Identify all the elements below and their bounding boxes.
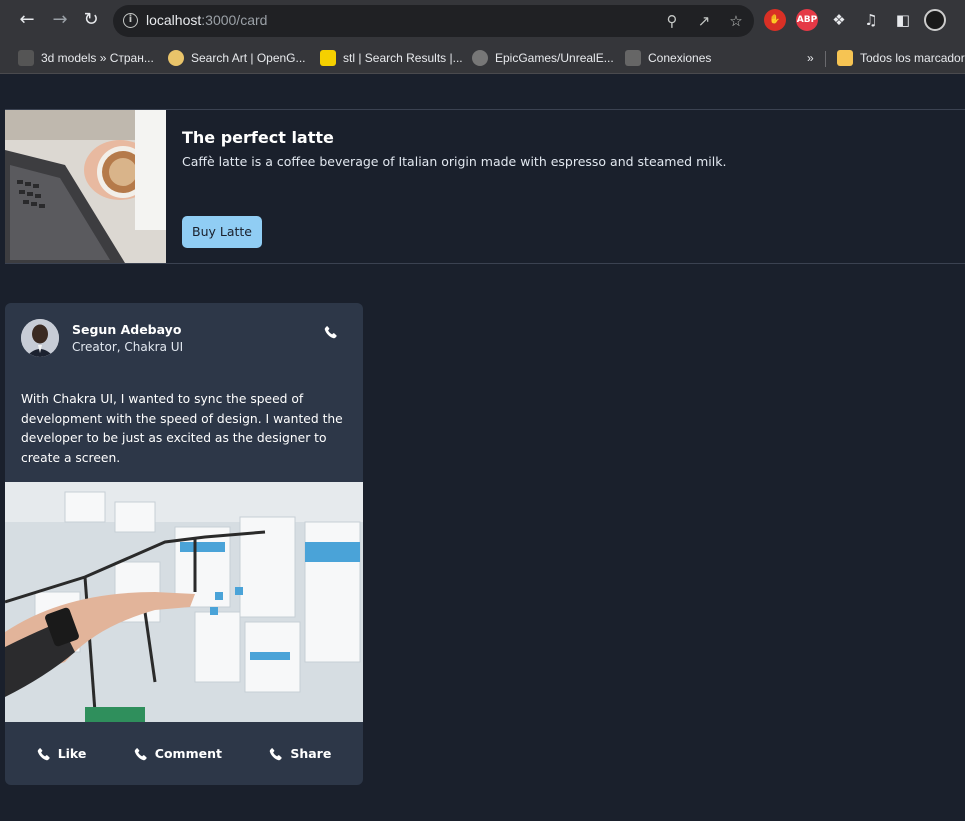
bookmark-item[interactable]: 3d models » Стран...: [18, 48, 154, 68]
author-name: Segun Adebayo: [72, 322, 182, 337]
epic-favicon-icon: [625, 50, 641, 66]
bookmark-item[interactable]: EpicGames/UnrealE...: [472, 48, 614, 68]
browser-toolbar: ← → ↻ i localhost:3000/card ⚲ ↗ ☆ ✋ ABP …: [0, 0, 965, 42]
side-panel-icon[interactable]: ◧: [892, 9, 914, 31]
puzzle-extensions-icon[interactable]: ❖: [828, 9, 850, 31]
page-content: The perfect latte Caffè latte is a coffe…: [0, 75, 965, 821]
like-button[interactable]: Like: [27, 740, 97, 767]
github-favicon-icon: [472, 50, 488, 66]
phone-icon: [37, 747, 50, 760]
opengameart-favicon-icon: [168, 50, 184, 66]
folder-icon: [837, 50, 853, 66]
share-button[interactable]: Share: [259, 740, 341, 767]
post-body: With Chakra UI, I wanted to sync the spe…: [21, 392, 343, 465]
phone-icon: [134, 747, 147, 760]
latte-image: [5, 110, 166, 263]
comment-button[interactable]: Comment: [124, 740, 232, 767]
url-text[interactable]: localhost:3000/card: [146, 12, 267, 28]
phone-icon: [270, 747, 283, 760]
bookmark-label: 3d models » Стран...: [41, 51, 154, 65]
back-arrow-icon[interactable]: ←: [16, 9, 38, 31]
bookmark-label: Todos los marcadores: [860, 51, 965, 65]
media-control-icon[interactable]: ♫: [860, 9, 882, 31]
address-bar[interactable]: i localhost:3000/card ⚲ ↗ ☆: [113, 5, 754, 37]
reload-icon[interactable]: ↻: [80, 9, 102, 31]
bookmark-item[interactable]: Conexiones: [625, 48, 711, 68]
bookmark-label: EpicGames/UnrealE...: [495, 51, 614, 65]
share-icon[interactable]: ↗: [694, 11, 714, 31]
all-bookmarks-folder[interactable]: Todos los marcadores: [837, 48, 965, 68]
forward-arrow-icon[interactable]: →: [49, 9, 71, 31]
stl-favicon-icon: [320, 50, 336, 66]
adblock-plus-icon[interactable]: ABP: [796, 9, 818, 31]
url-host: localhost: [146, 12, 202, 28]
bookmarks-bar: 3d models » Стран... Search Art | OpenG.…: [0, 42, 965, 74]
buy-latte-button[interactable]: Buy Latte: [182, 216, 262, 248]
bookmark-label: Search Art | OpenG...: [191, 51, 306, 65]
latte-title: The perfect latte: [182, 128, 334, 147]
post-actions: Like Comment Share: [5, 722, 363, 785]
bookmark-star-icon[interactable]: ☆: [726, 11, 746, 31]
social-post-card: Segun Adebayo Creator, Chakra UI With Ch…: [5, 303, 363, 785]
bookmark-label: Conexiones: [648, 51, 712, 65]
phone-icon: [324, 326, 337, 339]
url-path: :3000/card: [201, 12, 268, 28]
phone-menu-button[interactable]: [321, 325, 341, 345]
3d-models-favicon-icon: [18, 50, 34, 66]
bookmark-label: stl | Search Results |...: [343, 51, 463, 65]
bookmark-item[interactable]: stl | Search Results |...: [320, 48, 463, 68]
share-label: Share: [290, 746, 332, 761]
latte-description: Caffè latte is a coffee beverage of Ital…: [182, 154, 727, 169]
site-info-icon[interactable]: i: [123, 13, 138, 28]
author-role: Creator, Chakra UI: [72, 340, 184, 354]
bookmarks-overflow-button[interactable]: »: [807, 48, 814, 68]
latte-card: The perfect latte Caffè latte is a coffe…: [5, 109, 965, 264]
hand-extension-icon[interactable]: ✋: [764, 9, 786, 31]
zoom-icon[interactable]: ⚲: [662, 11, 682, 31]
bookmarks-separator: [825, 51, 826, 67]
bookmark-item[interactable]: Search Art | OpenG...: [168, 48, 306, 68]
profile-avatar-icon[interactable]: [924, 9, 946, 31]
comment-label: Comment: [154, 746, 222, 761]
post-image: [5, 482, 363, 722]
like-label: Like: [57, 746, 87, 761]
avatar: [21, 319, 59, 357]
